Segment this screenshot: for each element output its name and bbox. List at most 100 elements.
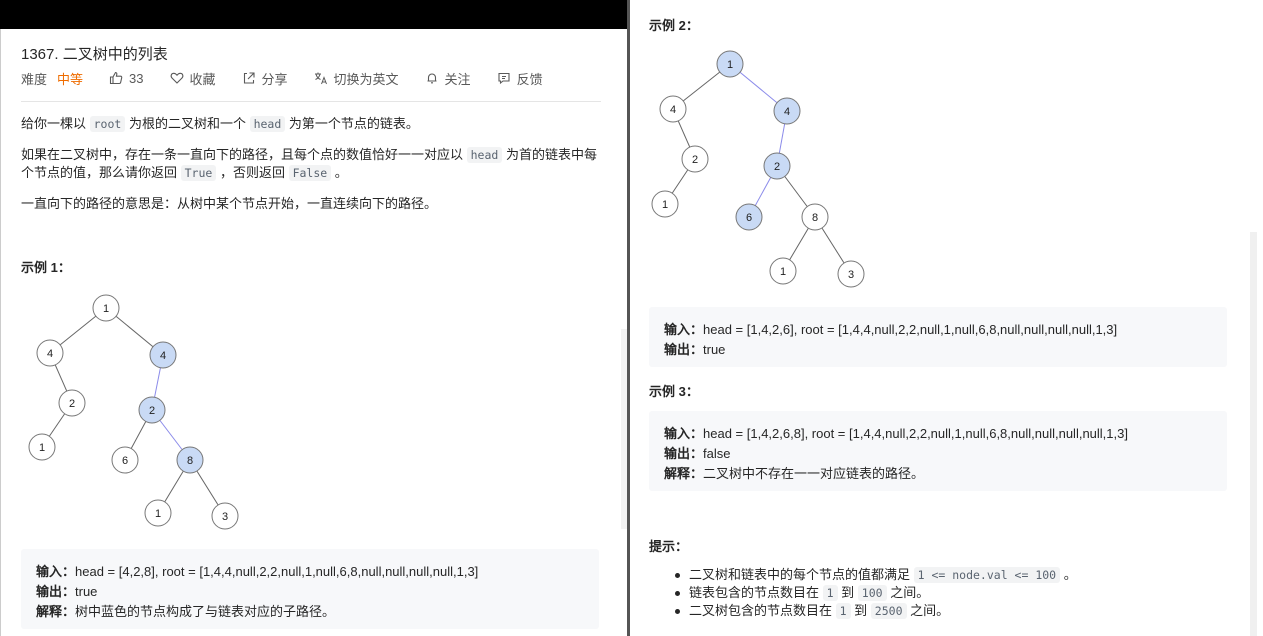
feedback-icon bbox=[498, 72, 510, 85]
tree-node: 2 bbox=[138, 396, 166, 424]
tree-node: 1 bbox=[28, 433, 56, 461]
input-value: head = [1,4,2,6,8], root = [1,4,4,null,2… bbox=[703, 426, 1128, 441]
tip-item: 链表包含的节点数目在 1 到 100 之间。 bbox=[672, 584, 1077, 602]
tree-node-value: 1 bbox=[727, 59, 733, 71]
example-3-input: 输入：head = [1,4,2,6,8], root = [1,4,4,nul… bbox=[664, 423, 1128, 442]
follow-button[interactable]: 关注 bbox=[425, 69, 471, 88]
tree-node-value: 2 bbox=[149, 405, 155, 417]
tree-node: 4 bbox=[659, 95, 687, 123]
input-value: head = [4,2,8], root = [1,4,4,null,2,2,n… bbox=[75, 564, 479, 579]
desc-paragraph-2: 如果在二叉树中，存在一条一直向下的路径，且每个点的数值恰好一一对应以 head … bbox=[21, 146, 599, 182]
tree-node-value: 4 bbox=[47, 348, 53, 360]
tree-node-value: 2 bbox=[692, 154, 698, 166]
divider-line bbox=[21, 101, 601, 102]
tree-node-value: 6 bbox=[746, 212, 752, 224]
output-value: false bbox=[703, 446, 731, 461]
problem-meta-bar: 难度 中等 33 收藏 分享 切换为英文 关注 反馈 bbox=[21, 69, 569, 87]
tree-node-value: 8 bbox=[812, 212, 818, 224]
example-2-heading: 示例 2： bbox=[649, 18, 699, 33]
tree-node: 2 bbox=[681, 145, 709, 173]
tree-node-value: 4 bbox=[670, 104, 676, 116]
difficulty-label: 难度 bbox=[21, 71, 48, 87]
tree-node: 8 bbox=[176, 446, 204, 474]
text: 给你一棵以 bbox=[21, 116, 90, 131]
tree-node: 8 bbox=[801, 203, 829, 231]
input-label: 输入： bbox=[664, 322, 704, 337]
bell-icon bbox=[427, 73, 437, 84]
example-1-tree-image: 1 4 4 2 1 2 6 8 1 3 bbox=[28, 294, 239, 530]
tree-node: 1 bbox=[769, 257, 797, 285]
input-label: 输入： bbox=[664, 426, 704, 441]
output-value: true bbox=[703, 342, 726, 357]
explain-value: 树中蓝色的节点构成了与链表对应的子路径。 bbox=[75, 604, 336, 619]
share-button[interactable]: 分享 bbox=[242, 69, 288, 88]
text: 。 bbox=[331, 165, 348, 180]
tree-node: 4 bbox=[36, 339, 64, 367]
tree-node-value: 1 bbox=[39, 442, 45, 454]
tree-node-value: 1 bbox=[103, 303, 109, 315]
explain-label: 解释： bbox=[664, 466, 704, 481]
thumbs-up-icon bbox=[109, 71, 123, 85]
text: 二叉树和链表中的每个节点的值都满足 bbox=[689, 567, 914, 582]
tip-item: 二叉树包含的节点数目在 1 到 2500 之间。 bbox=[672, 602, 1077, 620]
tree-node-value: 1 bbox=[662, 199, 668, 211]
tree-node: 3 bbox=[211, 502, 239, 530]
switch-language-label: 切换为英文 bbox=[333, 71, 399, 87]
right-scrollbar[interactable] bbox=[1250, 232, 1257, 636]
favorite-button[interactable]: 收藏 bbox=[170, 69, 216, 88]
example-2-output: 输出：true bbox=[664, 339, 725, 358]
output-label: 输出： bbox=[664, 342, 704, 357]
tree-node: 2 bbox=[58, 389, 86, 417]
tree-node: 4 bbox=[149, 341, 177, 369]
example-2-io-block: 输入：head = [1,4,2,6], root = [1,4,4,null,… bbox=[649, 307, 1227, 367]
code-head: head bbox=[466, 147, 503, 163]
input-label: 输入： bbox=[36, 564, 76, 579]
text: 为第一个节点的链表。 bbox=[285, 116, 419, 131]
example-3-output: 输出：false bbox=[664, 443, 730, 462]
text: 之间。 bbox=[886, 585, 930, 600]
share-icon bbox=[243, 72, 255, 84]
output-value: true bbox=[75, 584, 98, 599]
example-2-tree-image: 1 4 4 2 1 2 6 8 1 3 bbox=[651, 50, 865, 288]
tips-heading: 提示： bbox=[649, 539, 689, 554]
tree-node: 1 bbox=[651, 190, 679, 218]
text: 到 bbox=[837, 585, 858, 600]
difficulty: 难度 中等 bbox=[21, 69, 83, 88]
code-head: head bbox=[249, 116, 286, 132]
example-1-explain: 解释：树中蓝色的节点构成了与链表对应的子路径。 bbox=[36, 601, 335, 620]
output-label: 输出： bbox=[36, 584, 76, 599]
text: 为根的二叉树和一个 bbox=[125, 116, 250, 131]
text: 之间。 bbox=[906, 603, 950, 618]
example-3-explain: 解释：二叉树中不存在一一对应链表的路径。 bbox=[664, 463, 924, 482]
problem-title: 1367. 二叉树中的列表 bbox=[21, 46, 168, 63]
tree-node-value: 3 bbox=[848, 269, 854, 281]
text: 二叉树包含的节点数目在 bbox=[689, 603, 836, 618]
tree-node: 4 bbox=[773, 97, 801, 125]
code-true: True bbox=[180, 165, 217, 181]
example-1-output: 输出：true bbox=[36, 581, 97, 600]
share-label: 分享 bbox=[261, 71, 288, 87]
code: 1 bbox=[835, 603, 851, 619]
switch-language-button[interactable]: 切换为英文 bbox=[314, 69, 399, 88]
like-button[interactable]: 33 bbox=[109, 70, 144, 86]
example-3-heading: 示例 3： bbox=[649, 384, 699, 399]
example-1-input: 输入：head = [4,2,8], root = [1,4,4,null,2,… bbox=[36, 561, 478, 580]
follow-label: 关注 bbox=[444, 71, 471, 87]
code-false: False bbox=[288, 165, 332, 181]
tree-node: 2 bbox=[763, 152, 791, 180]
example-2-input: 输入：head = [1,4,2,6], root = [1,4,4,null,… bbox=[664, 319, 1117, 338]
feedback-button[interactable]: 反馈 bbox=[497, 69, 543, 88]
problem-description-pane: 1367. 二叉树中的列表 难度 中等 33 收藏 分享 切换为英文 关注 反馈 bbox=[0, 29, 628, 636]
like-count: 33 bbox=[129, 70, 144, 86]
output-label: 输出： bbox=[664, 446, 704, 461]
example-1-heading: 示例 1： bbox=[21, 260, 71, 275]
text: 。 bbox=[1060, 567, 1077, 582]
tree-node-value: 6 bbox=[122, 455, 128, 467]
feedback-label: 反馈 bbox=[516, 71, 543, 87]
text: 链表包含的节点数目在 bbox=[689, 585, 823, 600]
input-value: head = [1,4,2,6], root = [1,4,4,null,2,2… bbox=[703, 322, 1118, 337]
tips-list: 二叉树和链表中的每个节点的值都满足 1 <= node.val <= 100 。… bbox=[672, 566, 1077, 620]
text: 到 bbox=[850, 603, 871, 618]
code: 1 <= node.val <= 100 bbox=[913, 567, 1061, 583]
code: 1 bbox=[822, 585, 838, 601]
